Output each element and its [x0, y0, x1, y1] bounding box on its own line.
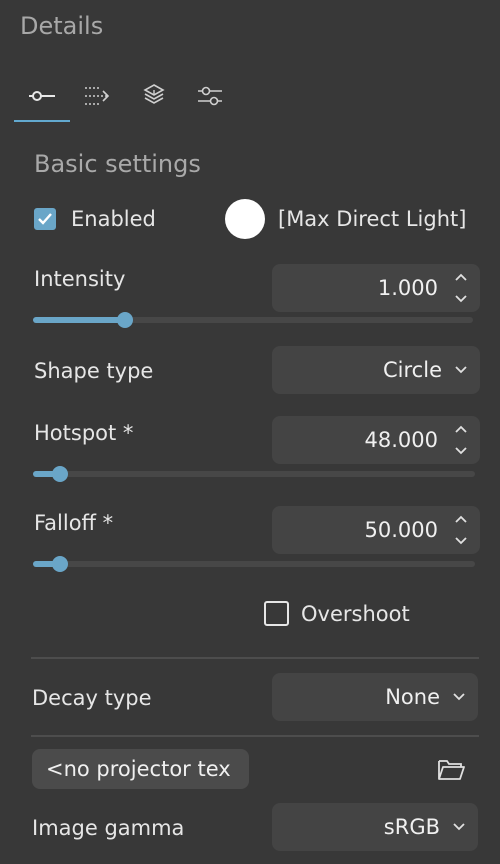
tab-bar [14, 72, 244, 124]
spinner-arrows-icon[interactable] [454, 422, 468, 458]
shape-type-label: Shape type [34, 359, 154, 383]
projector-texture-button[interactable]: <no projector tex [32, 749, 249, 789]
projector-texture-label: <no projector tex [46, 757, 231, 781]
intensity-label: Intensity [34, 267, 126, 291]
layers-icon [143, 84, 165, 104]
tab-layers[interactable] [126, 72, 182, 120]
intensity-slider-fill [33, 317, 125, 323]
overshoot-label: Overshoot [301, 601, 410, 626]
chevron-down-icon [453, 693, 465, 701]
decay-type-dropdown[interactable]: None [272, 673, 478, 721]
intensity-slider[interactable] [33, 312, 473, 328]
falloff-slider-thumb[interactable] [52, 556, 68, 572]
chevron-down-icon [455, 366, 467, 374]
hotspot-spinner[interactable]: 48.000 [272, 416, 480, 464]
mode-label[interactable]: [Max Direct Light] [278, 207, 466, 231]
spinner-arrows-icon[interactable] [454, 270, 468, 306]
hotspot-slider-thumb[interactable] [52, 466, 68, 482]
decay-type-value: None [385, 685, 440, 709]
hotspot-value[interactable]: 48.000 [365, 428, 438, 452]
tab-light-settings[interactable] [14, 72, 70, 122]
shape-type-dropdown[interactable]: Circle [272, 346, 480, 394]
flow-arrows-icon [85, 87, 110, 105]
overshoot-row: Overshoot [264, 601, 410, 626]
image-gamma-dropdown[interactable]: sRGB [272, 803, 478, 851]
chevron-down-icon [453, 823, 465, 831]
sliders-icon [198, 86, 222, 106]
folder-open-icon[interactable] [436, 756, 466, 782]
falloff-value[interactable]: 50.000 [365, 518, 438, 542]
checkmark-icon [38, 213, 52, 225]
tab-flow[interactable] [70, 72, 126, 120]
hotspot-label: Hotspot * [34, 421, 134, 445]
spinner-arrows-icon[interactable] [454, 512, 468, 548]
divider [31, 657, 479, 659]
light-color-swatch[interactable] [225, 199, 265, 239]
enabled-label: Enabled [71, 207, 156, 231]
image-gamma-value: sRGB [383, 815, 440, 839]
section-title: Basic settings [34, 150, 201, 178]
light-settings-icon [29, 91, 55, 101]
decay-type-label: Decay type [32, 686, 152, 710]
hotspot-slider[interactable] [33, 466, 475, 482]
image-gamma-label: Image gamma [32, 816, 185, 840]
tab-sliders[interactable] [182, 72, 238, 120]
enabled-checkbox[interactable] [34, 208, 56, 230]
intensity-slider-thumb[interactable] [117, 312, 133, 328]
panel-title: Details [20, 12, 104, 40]
falloff-label: Falloff * [34, 511, 114, 535]
overshoot-checkbox[interactable] [264, 601, 289, 626]
intensity-spinner[interactable]: 1.000 [272, 264, 480, 312]
shape-type-value: Circle [383, 358, 442, 382]
divider [31, 735, 479, 737]
enabled-row: Enabled [34, 207, 156, 231]
falloff-slider[interactable] [33, 556, 475, 572]
active-tab-indicator [14, 120, 70, 122]
falloff-spinner[interactable]: 50.000 [272, 506, 480, 554]
intensity-value[interactable]: 1.000 [378, 276, 438, 300]
